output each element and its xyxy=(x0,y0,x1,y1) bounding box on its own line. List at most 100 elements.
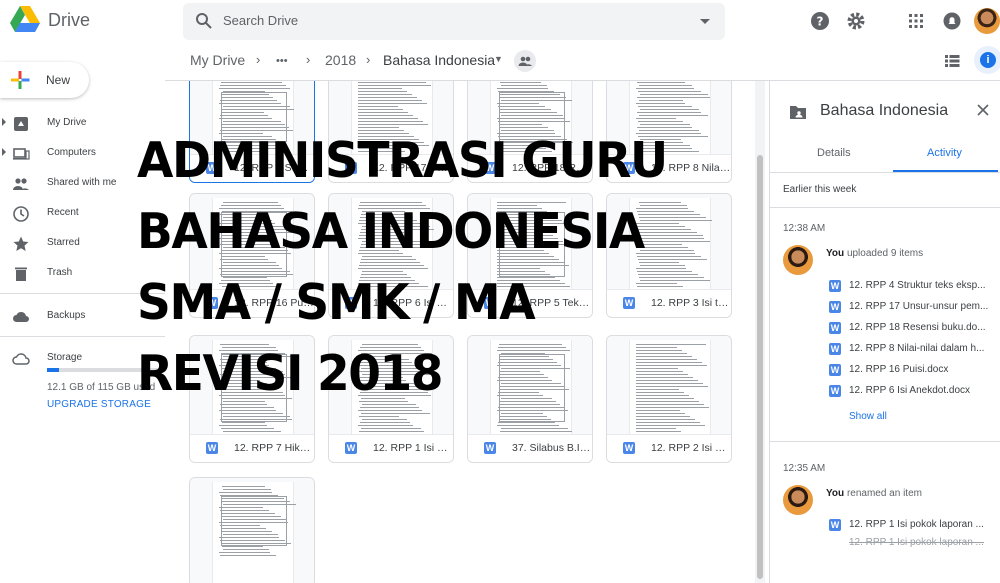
preview-line xyxy=(500,431,572,432)
clock-icon xyxy=(13,206,29,222)
word-doc-icon: W xyxy=(829,280,841,292)
scrollbar-thumb[interactable] xyxy=(757,155,763,579)
search-icon[interactable] xyxy=(195,12,213,30)
chevron-down-icon[interactable]: ▼ xyxy=(494,54,503,64)
word-doc-icon: W xyxy=(623,442,635,454)
preview-line xyxy=(358,82,426,83)
search-box[interactable]: Search Drive xyxy=(183,3,725,40)
activity-file-name: 12. RPP 18 Resensi buku.do... xyxy=(849,322,986,333)
preview-line xyxy=(637,97,710,98)
breadcrumb-more[interactable]: ••• xyxy=(276,55,288,67)
activity-file-item[interactable]: W 12. RPP 17 Unsur-unsur pem... xyxy=(826,299,1000,317)
preview-line xyxy=(640,94,708,95)
breadcrumb-my-drive[interactable]: My Drive xyxy=(190,52,245,68)
view-details-button[interactable]: i xyxy=(974,46,1000,74)
activity-file-item[interactable]: W 12. RPP 18 Resensi buku.do... xyxy=(826,320,1000,338)
preview-line xyxy=(637,82,685,83)
preview-line xyxy=(359,416,399,417)
drive-logo-icon[interactable] xyxy=(10,6,40,33)
upgrade-storage-link[interactable]: UPGRADE STORAGE xyxy=(47,399,151,410)
settings-gear-icon[interactable] xyxy=(846,11,866,31)
preview-line xyxy=(219,492,272,493)
sidebar-item-label: Computers xyxy=(47,147,96,158)
preview-line xyxy=(638,91,701,92)
app-name: Drive xyxy=(48,10,91,30)
show-all-link[interactable]: Show all xyxy=(849,411,887,422)
word-doc-icon: W xyxy=(206,442,218,454)
activity-file-name: 12. RPP 16 Puisi.docx xyxy=(849,364,949,375)
notifications-icon[interactable] xyxy=(942,11,962,31)
tab-activity[interactable]: Activity xyxy=(927,147,962,159)
preview-line xyxy=(498,422,555,423)
preview-line xyxy=(358,97,417,98)
activity-file-name: 12. RPP 6 Isi Anekdot.docx xyxy=(849,385,971,396)
activity-file-name: 12. RPP 1 Isi pokok laporan ... xyxy=(849,537,984,548)
scrollbar[interactable] xyxy=(755,81,765,583)
preview-line xyxy=(636,103,685,104)
top-bar: Drive Search Drive ? xyxy=(0,0,1000,42)
storage-usage-fill xyxy=(47,368,60,372)
activity-file-item[interactable]: W 12. RPP 16 Puisi.docx xyxy=(826,362,1000,380)
preview-line xyxy=(221,82,282,83)
tab-details[interactable]: Details xyxy=(817,147,851,159)
activity-file-item[interactable]: W 12. RPP 1 Isi pokok laporan ... xyxy=(826,517,1000,535)
preview-line xyxy=(639,115,708,116)
file-card[interactable] xyxy=(189,477,315,583)
help-icon[interactable]: ? xyxy=(810,11,830,31)
chevron-right-icon: › xyxy=(306,52,311,67)
activity-file-name: 12. RPP 1 Isi pokok laporan ... xyxy=(849,519,984,530)
file-caption: W 12. RPP 7 Hikayat.docx xyxy=(190,434,314,462)
preview-line xyxy=(220,555,276,556)
preview-line xyxy=(362,419,407,420)
preview-line xyxy=(636,118,676,119)
expand-caret-icon[interactable] xyxy=(2,118,6,126)
close-icon[interactable] xyxy=(976,103,990,117)
preview-line xyxy=(220,85,286,86)
list-view-icon[interactable] xyxy=(942,51,962,71)
preview-line xyxy=(358,91,407,92)
activity-file-item[interactable]: W 12. RPP 4 Struktur teks eksp... xyxy=(826,278,1000,296)
file-caption: W 12. RPP 2 Isi pokok... xyxy=(607,434,731,462)
new-button[interactable]: New xyxy=(0,62,89,98)
shared-folder-icon[interactable] xyxy=(514,50,536,72)
activity-file-item[interactable]: W 12. RPP 8 Nilai-nilai dalam h... xyxy=(826,341,1000,359)
expand-caret-icon[interactable] xyxy=(2,148,6,156)
activity-file-item[interactable]: W 12. RPP 6 Isi Anekdot.docx xyxy=(826,383,1000,401)
preview-line xyxy=(360,422,410,423)
activity-file-name: 12. RPP 4 Struktur teks eksp... xyxy=(849,280,986,291)
preview-line xyxy=(358,100,422,101)
cloud-outline-icon xyxy=(12,353,30,365)
account-avatar[interactable] xyxy=(974,8,1000,34)
document-preview xyxy=(212,482,296,583)
preview-line xyxy=(359,431,424,432)
preview-line xyxy=(358,109,403,110)
preview-line xyxy=(637,112,701,113)
preview-line xyxy=(358,106,398,107)
preview-line xyxy=(361,428,421,429)
tabs-divider xyxy=(770,172,1000,173)
breadcrumb-2018[interactable]: 2018 xyxy=(325,52,356,68)
search-input[interactable]: Search Drive xyxy=(223,13,298,28)
word-doc-icon: W xyxy=(829,301,841,313)
preview-line xyxy=(636,410,680,411)
preview-line xyxy=(358,94,412,95)
preview-line xyxy=(358,118,418,119)
shared-folder-icon xyxy=(790,106,806,119)
new-button-label: New xyxy=(46,73,71,87)
plus-icon xyxy=(11,71,30,89)
section-divider xyxy=(770,207,1000,208)
breadcrumb-current-folder[interactable]: Bahasa Indonesia xyxy=(383,52,495,68)
preview-line xyxy=(636,431,681,432)
preview-line xyxy=(636,422,700,423)
search-options-icon[interactable] xyxy=(700,19,710,24)
apps-grid-icon[interactable] xyxy=(906,11,926,31)
word-doc-icon: W xyxy=(829,385,841,397)
preview-table xyxy=(221,496,287,546)
preview-line xyxy=(358,121,423,122)
star-icon xyxy=(13,236,29,251)
word-doc-icon: W xyxy=(345,442,357,454)
preview-line xyxy=(358,112,408,113)
preview-line xyxy=(219,425,267,426)
details-panel: Bahasa Indonesia Details Activity Earlie… xyxy=(769,81,1000,583)
preview-line xyxy=(358,88,402,89)
